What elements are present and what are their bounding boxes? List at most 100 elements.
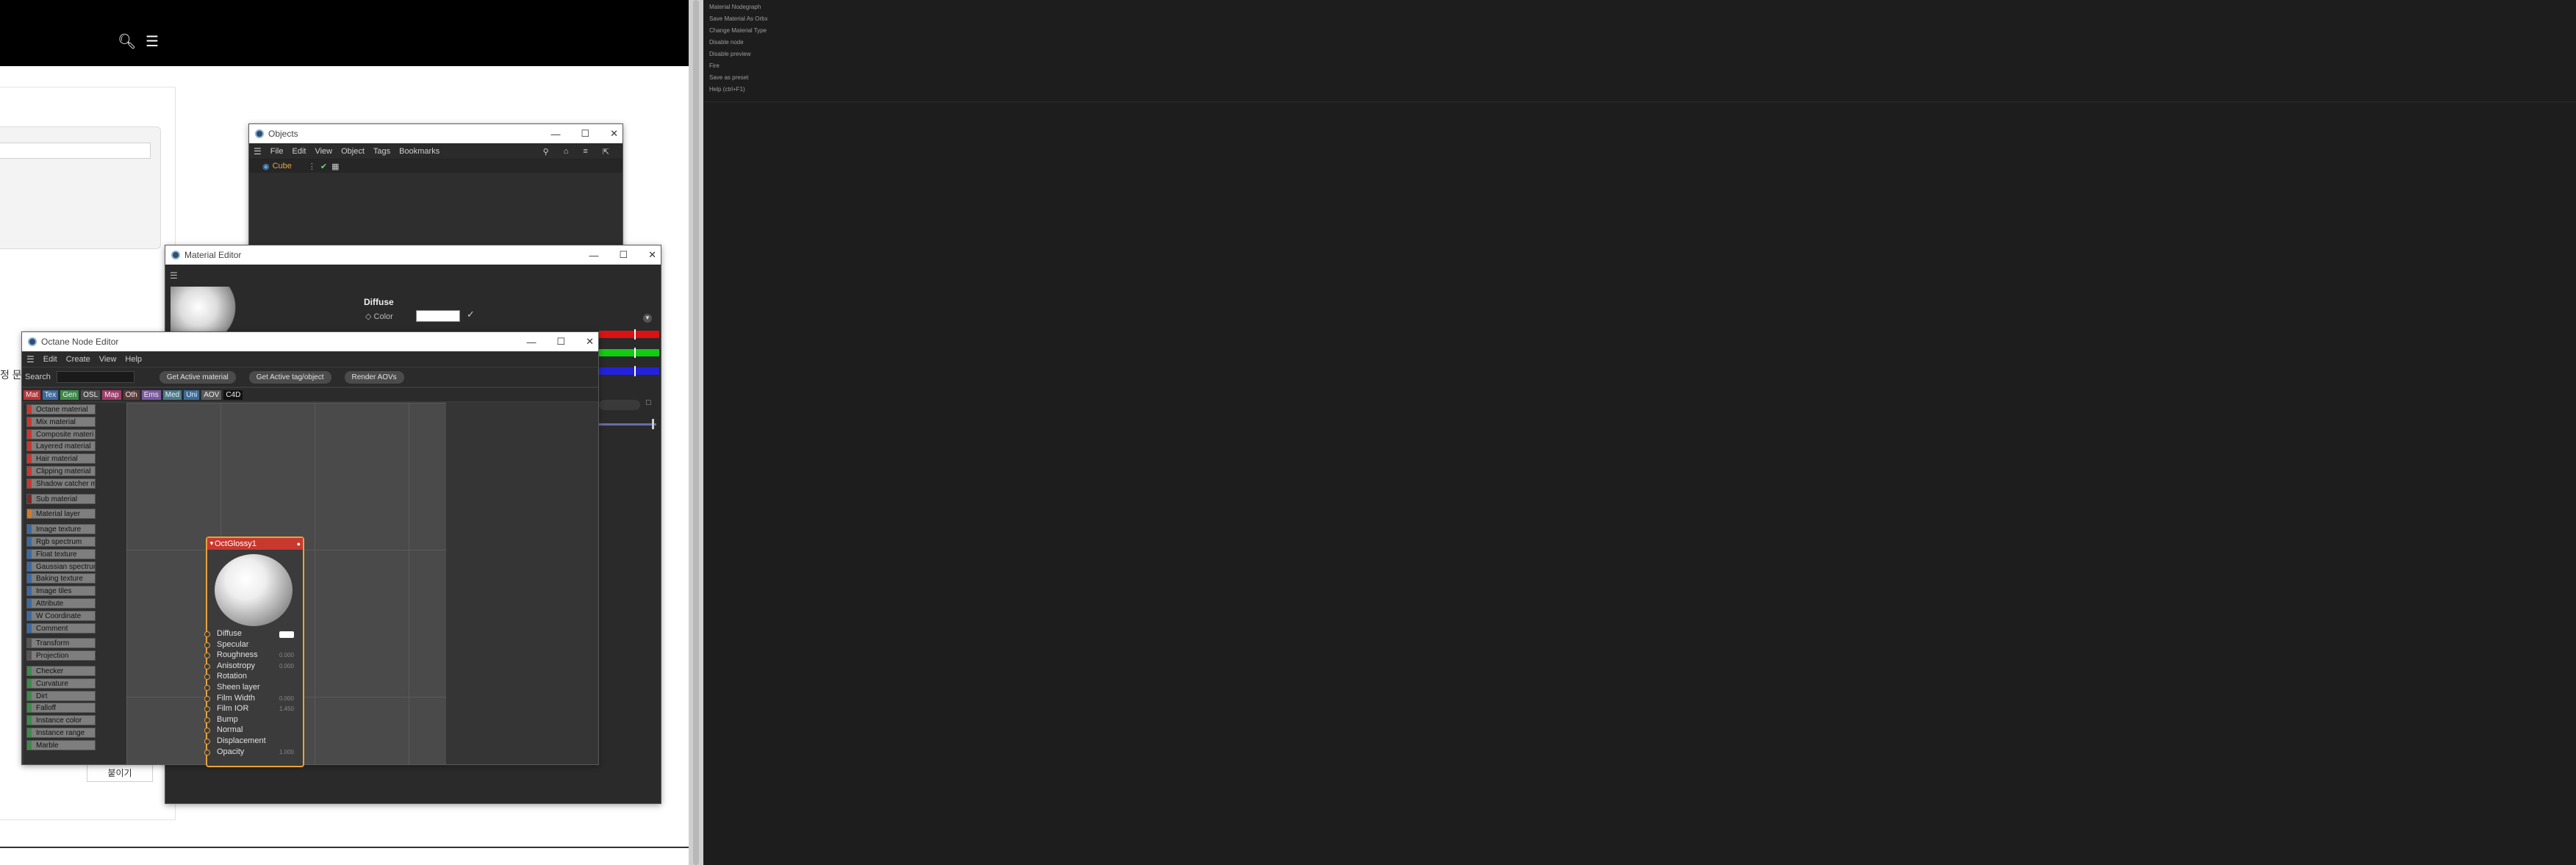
context-menu-item[interactable]: Save Material As Orbx xyxy=(709,15,768,22)
search-input[interactable] xyxy=(56,371,134,383)
input-pin[interactable] xyxy=(204,631,210,637)
hamburger-icon[interactable]: ☰ xyxy=(26,354,35,365)
color-swatch[interactable] xyxy=(416,310,460,322)
search-icon[interactable]: ⚲ xyxy=(543,147,549,157)
green-slider[interactable] xyxy=(599,348,659,358)
node-list-item[interactable]: Composite materi xyxy=(26,428,96,439)
node-close-icon[interactable]: ● xyxy=(297,538,301,550)
category-tab[interactable]: C4D xyxy=(223,390,243,400)
context-menu-item[interactable]: Material Nodegraph xyxy=(709,4,761,10)
node-list-item[interactable]: Shadow catcher m xyxy=(26,478,96,489)
menu-item[interactable]: File xyxy=(270,147,284,156)
node-list-item[interactable]: Projection xyxy=(26,650,96,661)
scrollbar-thumb[interactable] xyxy=(693,0,699,865)
category-tab[interactable]: Oth xyxy=(123,390,140,400)
red-slider[interactable] xyxy=(599,329,659,340)
pin-value[interactable]: 0.000 xyxy=(279,663,294,670)
collapse-icon[interactable]: ▼ xyxy=(209,538,215,550)
node-list-item[interactable]: Transform xyxy=(26,638,96,649)
category-tab[interactable]: Map xyxy=(102,390,121,400)
node-list-item[interactable]: Clipping material xyxy=(26,466,96,476)
category-tab[interactable]: AOV xyxy=(201,390,222,400)
minimize-icon[interactable]: — xyxy=(550,129,560,140)
input-pin[interactable] xyxy=(204,642,210,648)
input-pin[interactable] xyxy=(204,674,210,681)
hamburger-icon[interactable]: ☰ xyxy=(254,146,262,157)
glossy-node[interactable]: ▼ OctGlossy1 ● Diffuse Specular Roughness 0… xyxy=(204,536,304,767)
material-tag-icon[interactable]: ▦ xyxy=(331,162,339,171)
value-field[interactable] xyxy=(599,400,640,410)
action-button[interactable]: Get Active tag/object xyxy=(248,370,331,384)
minimize-icon[interactable]: — xyxy=(589,250,598,261)
visibility-icon[interactable]: ⋮ xyxy=(308,162,316,171)
input-pin[interactable] xyxy=(204,749,210,755)
maximize-icon[interactable]: ☐ xyxy=(556,336,565,348)
node-list-item[interactable]: Material layer xyxy=(26,509,96,520)
context-menu-item[interactable]: Change Material Type xyxy=(709,27,767,34)
category-tab[interactable]: Uni xyxy=(184,390,200,400)
diffuse-swatch[interactable] xyxy=(279,631,294,638)
node-list-item[interactable]: Attribute xyxy=(26,598,96,609)
category-tab[interactable]: Tex xyxy=(42,390,59,400)
node-list-item[interactable]: Image tiles xyxy=(26,586,96,597)
menu-item[interactable]: Edit xyxy=(293,147,306,156)
menu-item[interactable]: Object xyxy=(341,147,365,156)
checkmark-icon[interactable]: ✔ xyxy=(320,162,327,171)
action-button[interactable]: Get Active material xyxy=(159,370,236,384)
slider-track[interactable] xyxy=(599,423,656,426)
input-pin[interactable] xyxy=(204,663,210,670)
node-list-item[interactable]: W Coordinate xyxy=(26,610,96,621)
node-list-item[interactable]: Hair material xyxy=(26,453,96,464)
input-pin[interactable] xyxy=(204,653,210,659)
folder-icon[interactable]: □ xyxy=(646,398,651,407)
category-tab[interactable]: OSL xyxy=(81,390,101,400)
menu-item[interactable]: Help xyxy=(125,355,142,364)
object-row[interactable]: ◉ Cube ⋮ ✔ ▦ xyxy=(249,159,623,173)
context-menu-item[interactable]: Save as preset xyxy=(709,74,748,81)
maximize-icon[interactable]: ☐ xyxy=(619,249,628,261)
node-list-item[interactable]: Curvature xyxy=(26,678,96,689)
paste-button[interactable]: 붙이기 xyxy=(87,763,153,782)
node-list-item[interactable]: Instance range xyxy=(26,728,96,738)
menu-item[interactable]: Create xyxy=(66,355,90,364)
menu-item[interactable]: Edit xyxy=(43,355,57,364)
eyedropper-icon[interactable]: ✓ xyxy=(467,309,475,320)
pin-value[interactable]: 1.450 xyxy=(279,706,294,712)
object-name[interactable]: Cube xyxy=(273,162,292,171)
node-list-item[interactable]: Gaussian spectrur xyxy=(26,561,96,572)
node-list-item[interactable]: Image texture xyxy=(26,524,96,535)
node-list-item[interactable]: Layered material xyxy=(26,441,96,452)
node-list-item[interactable]: Dirt xyxy=(26,690,96,701)
context-menu-item[interactable]: Disable node xyxy=(709,39,744,46)
input-pin[interactable] xyxy=(204,728,210,734)
menu-icon[interactable]: ☰ xyxy=(146,32,159,51)
octane-titlebar[interactable]: Octane Node Editor — ☐ ✕ xyxy=(22,332,598,351)
category-tab[interactable]: Mat xyxy=(24,390,40,400)
node-list-item[interactable]: Octane material xyxy=(26,404,96,414)
material-editor-titlebar[interactable]: Material Editor — ☐ ✕ xyxy=(165,245,661,265)
node-list-item[interactable]: Float texture xyxy=(26,548,96,559)
search-icon[interactable]: 🔍︎ xyxy=(118,32,136,51)
node-header[interactable]: ▼ OctGlossy1 ● xyxy=(207,538,303,550)
node-list-item[interactable]: Sub material xyxy=(26,493,96,504)
background-field[interactable] xyxy=(0,143,151,159)
category-tab[interactable]: Ems xyxy=(141,390,161,400)
menu-item[interactable]: Bookmarks xyxy=(399,147,440,156)
input-pin[interactable] xyxy=(204,717,210,723)
node-list-item[interactable]: Mix material xyxy=(26,416,96,427)
close-icon[interactable]: ✕ xyxy=(586,336,594,348)
node-list-item[interactable]: Falloff xyxy=(26,703,96,714)
expand-icon[interactable]: ▼ xyxy=(643,314,652,323)
context-menu-item[interactable]: Disable preview xyxy=(709,51,750,57)
close-icon[interactable]: ✕ xyxy=(610,128,618,140)
input-pin[interactable] xyxy=(204,695,210,702)
category-tab[interactable]: Med xyxy=(162,390,182,400)
context-menu-item[interactable]: Fire xyxy=(709,62,720,69)
node-list-item[interactable]: Checker xyxy=(26,666,96,676)
home-icon[interactable]: ⌂ xyxy=(564,147,569,157)
node-list-item[interactable]: Baking texture xyxy=(26,573,96,584)
node-list-item[interactable]: Comment xyxy=(26,622,96,634)
input-pin[interactable] xyxy=(204,685,210,691)
minimize-icon[interactable]: — xyxy=(526,337,536,348)
objects-titlebar[interactable]: Objects — ☐ ✕ xyxy=(249,124,623,143)
